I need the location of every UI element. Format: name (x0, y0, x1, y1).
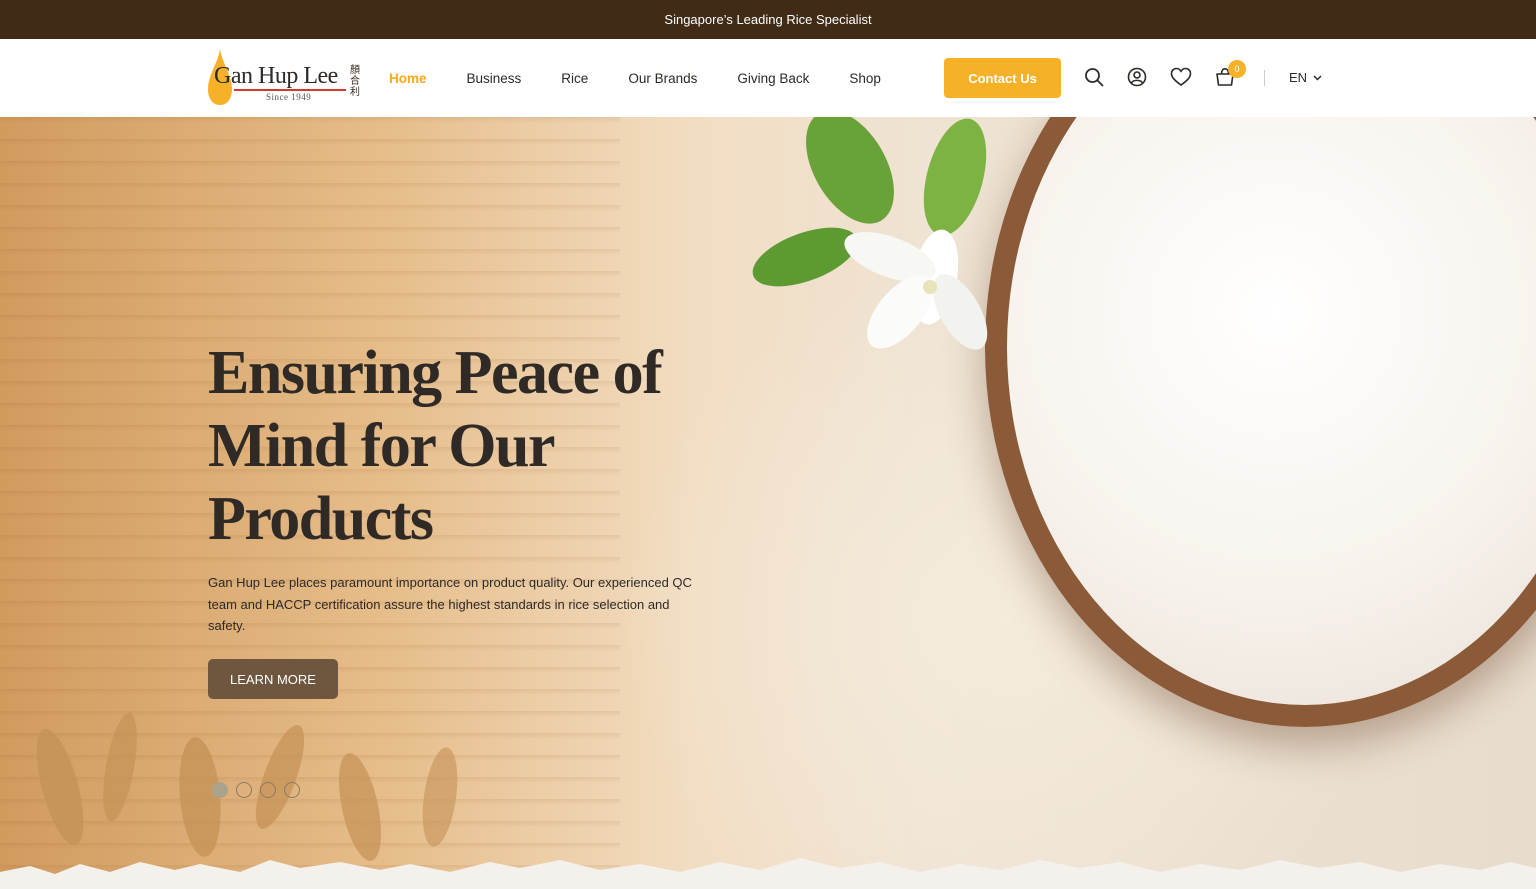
chevron-down-icon (1313, 74, 1322, 81)
logo-underline (234, 89, 346, 91)
flower-leaves-image (752, 117, 988, 350)
learn-more-button[interactable]: LEARN MORE (208, 659, 338, 699)
nav-giving-back[interactable]: Giving Back (737, 71, 809, 86)
slider-dot-2[interactable] (236, 782, 252, 798)
logo-since: Since 1949 (266, 92, 312, 102)
logo-text: Gan Hup Lee (214, 63, 338, 89)
language-label: EN (1289, 70, 1308, 85)
nav-shop[interactable]: Shop (849, 71, 881, 86)
announcement-text: Singapore’s Leading Rice Specialist (664, 12, 872, 27)
hero-slider: Ensuring Peace of Mind for Our Products … (0, 117, 1536, 889)
torn-paper-edge (0, 858, 1536, 889)
account-icon[interactable] (1126, 66, 1148, 88)
site-header: Gan Hup Lee Since 1949 顏合利 Home Business… (0, 39, 1536, 117)
logo[interactable]: Gan Hup Lee Since 1949 顏合利 (206, 49, 366, 107)
slider-dot-3[interactable] (260, 782, 276, 798)
hero-description: Gan Hup Lee places paramount importance … (208, 575, 692, 633)
nav-business[interactable]: Business (467, 71, 522, 86)
header-divider (1264, 70, 1265, 86)
heart-icon[interactable] (1170, 66, 1192, 88)
main-nav: Home Business Rice Our Brands Giving Bac… (389, 39, 921, 117)
slider-pagination (212, 782, 300, 798)
slider-dot-1[interactable] (212, 782, 228, 798)
announcement-bar: Singapore’s Leading Rice Specialist (0, 0, 1536, 39)
nav-home[interactable]: Home (389, 71, 427, 86)
nav-rice[interactable]: Rice (561, 71, 588, 86)
logo-chinese: 顏合利 (350, 65, 360, 98)
nav-our-brands[interactable]: Our Brands (628, 71, 697, 86)
rice-bowl-image (985, 117, 1536, 727)
slider-dot-4[interactable] (284, 782, 300, 798)
hero-headline: Ensuring Peace of Mind for Our Products (208, 339, 663, 553)
contact-us-button[interactable]: Contact Us (944, 58, 1061, 98)
search-icon[interactable] (1083, 66, 1105, 88)
language-selector[interactable]: EN (1289, 70, 1322, 85)
cart-count-badge: 0 (1228, 60, 1246, 78)
